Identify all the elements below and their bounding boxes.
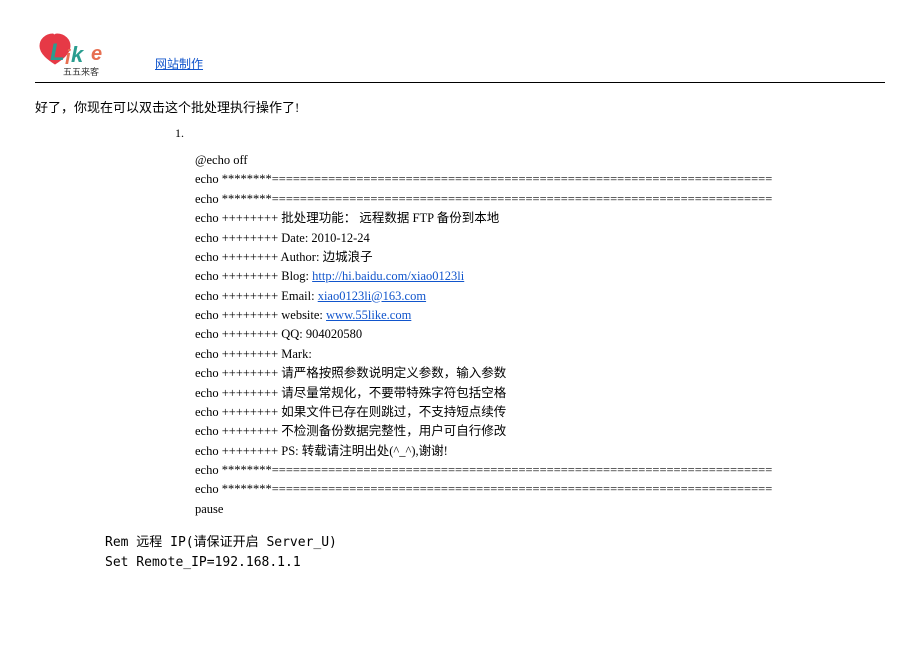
code-line: echo ++++++++ 请尽量常规化，不要带特殊字符包括空格 [195, 384, 885, 403]
code-line: echo ++++++++ 批处理功能： 远程数据 FTP 备份到本地 [195, 209, 885, 228]
footer-code: Rem 远程 IP(请保证开启 Server_U) Set Remote_IP=… [105, 533, 885, 572]
code-line: echo ********===========================… [195, 480, 885, 499]
footer-line: Set Remote_IP=192.168.1.1 [105, 553, 885, 573]
intro-text: 好了，你现在可以双击这个批处理执行操作了! [35, 97, 885, 116]
header-divider [35, 82, 885, 83]
code-line: echo ++++++++ Date: 2010-12-24 [195, 229, 885, 248]
code-line: echo ********===========================… [195, 190, 885, 209]
website-link[interactable]: www.55like.com [326, 308, 411, 322]
like-logo: L i k e 五五来客 [35, 30, 135, 78]
email-link[interactable]: xiao0123li@163.com [318, 289, 426, 303]
code-line: echo ++++++++ 如果文件已存在则跳过，不支持短点续传 [195, 403, 885, 422]
code-line: @echo off [195, 151, 885, 170]
website-link[interactable]: 网站制作 [155, 55, 203, 72]
svg-text:e: e [91, 43, 102, 65]
code-block: @echo off echo ********=================… [195, 151, 885, 519]
page-header: L i k e 五五来客 网站制作 [35, 30, 885, 78]
code-line: echo ++++++++ Email: xiao0123li@163.com [195, 287, 885, 306]
code-line: echo ++++++++ 请严格按照参数说明定义参数，输入参数 [195, 364, 885, 383]
code-line: echo ++++++++ Blog: http://hi.baidu.com/… [195, 267, 885, 286]
svg-text:L: L [50, 39, 65, 66]
code-line: echo ++++++++ Author: 边城浪子 [195, 248, 885, 267]
svg-text:五五来客: 五五来客 [63, 66, 99, 77]
code-line: echo ++++++++ 不检测备份数据完整性，用户可自行修改 [195, 422, 885, 441]
code-line: echo ********===========================… [195, 170, 885, 189]
code-line: echo ********===========================… [195, 461, 885, 480]
code-line: echo ++++++++ Mark: [195, 345, 885, 364]
code-line: echo ++++++++ PS: 转载请注明出处(^_^),谢谢! [195, 442, 885, 461]
blog-link[interactable]: http://hi.baidu.com/xiao0123li [312, 269, 464, 283]
code-line: echo ++++++++ website: www.55like.com [195, 306, 885, 325]
svg-text:k: k [71, 42, 85, 67]
list-number: 1. [175, 126, 885, 141]
footer-line: Rem 远程 IP(请保证开启 Server_U) [105, 533, 885, 553]
code-line: pause [195, 500, 885, 519]
code-line: echo ++++++++ QQ: 904020580 [195, 325, 885, 344]
